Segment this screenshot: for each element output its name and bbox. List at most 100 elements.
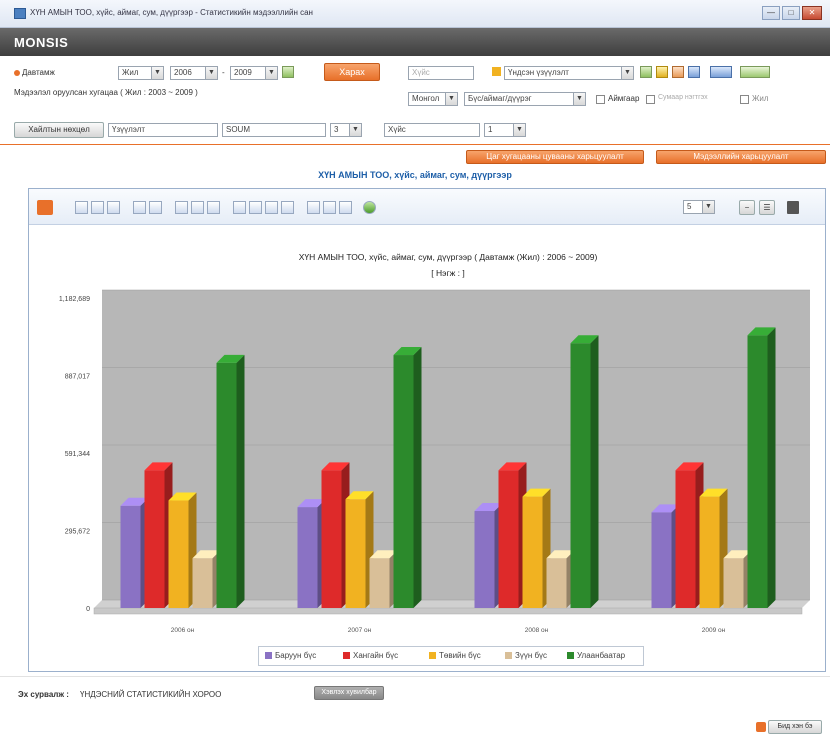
chart-title: ХҮН АМЫН ТОО, хүйс, аймаг, сум, дүүргээр… bbox=[299, 252, 598, 262]
region-select[interactable]: Бүс/аймаг/дүүрэг ▼ bbox=[464, 92, 586, 106]
indicator-select[interactable]: Үндсэн үзүүлэлт ▼ bbox=[504, 66, 634, 80]
bar-front bbox=[393, 355, 414, 608]
export-excel-icon[interactable] bbox=[339, 201, 352, 214]
excel-icon[interactable] bbox=[640, 66, 652, 78]
refresh-icon[interactable] bbox=[363, 201, 376, 214]
show-button[interactable]: Харах bbox=[324, 63, 380, 81]
legend-item-ulaanbaatar[interactable]: Улаанбаатар bbox=[567, 651, 625, 660]
aimag-checkbox[interactable] bbox=[596, 95, 605, 104]
legend-item-west[interactable]: Баруун бүс bbox=[265, 651, 316, 660]
radar-chart-icon[interactable] bbox=[207, 201, 220, 214]
bar-front bbox=[474, 511, 495, 608]
to-year-select[interactable]: 2009 ▼ bbox=[230, 66, 278, 80]
period-select-value: Жил bbox=[122, 68, 139, 77]
aimag-checkbox-label: Аймгаар bbox=[608, 94, 640, 103]
chart-legend: Баруун бүс Хангайн бүс Төвийн бүс Зүүн б… bbox=[258, 646, 644, 666]
chevron-down-icon: ▼ bbox=[702, 201, 714, 213]
num-select[interactable]: 1 ▼ bbox=[484, 123, 526, 137]
region-value: Бүс/аймаг/дүүрэг bbox=[468, 94, 532, 103]
report-icon[interactable] bbox=[656, 66, 668, 78]
unit-select[interactable]: Монгол ▼ bbox=[408, 92, 458, 106]
x-tick-label: 2006 он bbox=[171, 627, 195, 634]
minimize-button[interactable]: — bbox=[762, 6, 780, 20]
calendar-icon[interactable] bbox=[282, 66, 294, 78]
data-compare-button[interactable]: Мэдээллийн харьцуулалт bbox=[656, 150, 826, 164]
sort-desc-icon[interactable] bbox=[249, 201, 262, 214]
window-title: ХҮН АМЫН ТОО, хүйс, аймаг, сум, дүүргээр… bbox=[30, 8, 313, 17]
table-icon[interactable] bbox=[281, 201, 294, 214]
filter-icon[interactable] bbox=[265, 201, 278, 214]
footer-divider bbox=[0, 676, 830, 677]
close-button[interactable]: ✕ bbox=[802, 6, 822, 20]
year-checkbox[interactable] bbox=[740, 95, 749, 104]
bar-1-1 bbox=[321, 462, 350, 608]
chart-menu-icon[interactable] bbox=[37, 200, 53, 215]
y-tick-label: 295,672 bbox=[65, 529, 90, 536]
bar-front bbox=[498, 470, 519, 608]
legend-swatch bbox=[265, 652, 272, 659]
grouping-value: Үзүүлэлт bbox=[112, 125, 146, 134]
x-tick-label: 2008 он bbox=[525, 627, 549, 634]
fullscreen-icon[interactable] bbox=[787, 201, 799, 214]
print-icon[interactable] bbox=[672, 66, 684, 78]
sort-asc-icon[interactable] bbox=[233, 201, 246, 214]
bar-0-4 bbox=[216, 354, 245, 608]
help-icon[interactable] bbox=[740, 66, 770, 78]
data-range-label: Мэдээлэл оруулсан хугацаа ( Жил : 2003 ~… bbox=[14, 88, 198, 97]
area-chart-icon[interactable] bbox=[149, 201, 162, 214]
bar-chart-icon[interactable] bbox=[75, 201, 88, 214]
brand-logo: MONSIS bbox=[14, 35, 69, 50]
code-select[interactable]: SOUM bbox=[222, 123, 326, 137]
search-conditions-button[interactable]: Хайлтын нөхцөл bbox=[14, 122, 104, 138]
pie-chart-icon[interactable] bbox=[175, 201, 188, 214]
sex-select[interactable]: Хүйс bbox=[408, 66, 474, 80]
maximize-button[interactable]: □ bbox=[782, 6, 800, 20]
level-select[interactable]: 3 ▼ bbox=[330, 123, 362, 137]
sex-filter-select[interactable]: Хүйс bbox=[384, 123, 480, 137]
code-value: SOUM bbox=[226, 125, 250, 134]
save-icon[interactable] bbox=[688, 66, 700, 78]
stacked-bar-icon[interactable] bbox=[107, 201, 120, 214]
export-pdf-icon[interactable] bbox=[323, 201, 336, 214]
chevron-down-icon: ▼ bbox=[513, 124, 525, 136]
bar-front bbox=[723, 558, 744, 608]
chart-count-select[interactable]: 5 ▼ bbox=[683, 200, 715, 214]
zoom-out-button[interactable]: − bbox=[739, 200, 755, 215]
bar-0-3 bbox=[192, 550, 221, 608]
export-image-icon[interactable] bbox=[307, 201, 320, 214]
grid-view-icon[interactable] bbox=[710, 66, 732, 78]
bar-0-1 bbox=[144, 462, 173, 608]
legend-item-central[interactable]: Төвийн бүс bbox=[429, 651, 481, 660]
bar-1-4 bbox=[393, 347, 422, 608]
legend-item-east[interactable]: Зүүн бүс bbox=[505, 651, 547, 660]
y-tick-label: 1,182,689 bbox=[59, 296, 90, 303]
column-chart-icon[interactable] bbox=[91, 201, 104, 214]
num-value: 1 bbox=[488, 125, 493, 134]
line-chart-icon[interactable] bbox=[133, 201, 146, 214]
period-select[interactable]: Жил ▼ bbox=[118, 66, 164, 80]
chevron-down-icon: ▼ bbox=[573, 93, 585, 105]
columns-button[interactable]: ☰ bbox=[759, 200, 775, 215]
legend-label: Улаанбаатар bbox=[577, 651, 626, 660]
legend-item-khangai[interactable]: Хангайн бүс bbox=[343, 651, 398, 660]
period-radio-icon[interactable] bbox=[14, 70, 20, 76]
indicator-icon bbox=[492, 67, 501, 76]
chevron-down-icon: ▼ bbox=[205, 67, 217, 79]
time-series-compare-button[interactable]: Цаг хугацааны цувааны харьцуулалт bbox=[466, 150, 644, 164]
print-version-button[interactable]: Хэвлэх хувилбар bbox=[314, 686, 384, 700]
level-value: 3 bbox=[334, 125, 339, 134]
bar-2-0 bbox=[474, 503, 503, 608]
donut-chart-icon[interactable] bbox=[191, 201, 204, 214]
bar-3-1 bbox=[675, 462, 704, 608]
bar-front bbox=[651, 512, 672, 608]
legend-swatch bbox=[505, 652, 512, 659]
chevron-down-icon: ▼ bbox=[151, 67, 163, 79]
bar-side bbox=[590, 335, 599, 608]
grouping-select[interactable]: Үзүүлэлт bbox=[108, 123, 218, 137]
orange-divider bbox=[0, 144, 830, 145]
bar-front bbox=[699, 496, 720, 608]
about-us-button[interactable]: Бид хэн бэ bbox=[768, 720, 822, 734]
legend-label: Хангайн бүс bbox=[353, 651, 399, 660]
soum-checkbox[interactable] bbox=[646, 95, 655, 104]
from-year-select[interactable]: 2006 ▼ bbox=[170, 66, 218, 80]
